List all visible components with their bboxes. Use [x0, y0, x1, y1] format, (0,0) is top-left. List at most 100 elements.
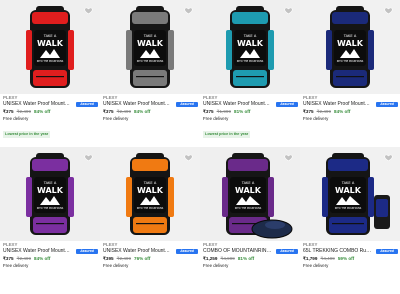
product-card[interactable]: TAKE A WALK INTO THE MOUNTAINS PLEXY UNISEX …	[100, 147, 200, 294]
product-title[interactable]: UNISEX Water Proof Mountain Ru...	[303, 101, 372, 108]
svg-text:INTO THE MOUNTAINS: INTO THE MOUNTAINS	[37, 60, 64, 63]
product-title-row[interactable]: UNISEX Water Proof Mountain H... Assured	[103, 101, 198, 108]
product-price: ₹375	[103, 109, 114, 114]
delivery-info: Free delivery	[303, 116, 329, 121]
svg-text:WALK: WALK	[235, 186, 262, 195]
product-image[interactable]: TAKE A WALK INTO THE MOUNTAINS	[100, 0, 200, 94]
product-title-row[interactable]: COMBO OF MOUNTAINRING RUC... Assured	[203, 248, 298, 255]
assured-badge: Assured	[276, 102, 298, 107]
heart-icon[interactable]	[284, 6, 293, 15]
assured-badge: Assured	[176, 102, 198, 107]
product-image[interactable]: TAKE A WALK INTO THE MOUNTAINS	[300, 147, 400, 241]
assured-badge: Assured	[176, 249, 198, 254]
price-tag-badge: Lowest price in the year	[3, 131, 51, 138]
product-title[interactable]: UNISEX Water Proof Mountain Ru...	[3, 248, 72, 255]
svg-text:INTO THE MOUNTAINS: INTO THE MOUNTAINS	[37, 207, 64, 210]
product-grid: TAKE A WALK INTO THE MOUNTAINS PLEXY UNISEX …	[0, 0, 400, 294]
product-info: PLEXYUNISEX Water Proof Mountain H...Ass…	[103, 95, 198, 122]
product-discount: 76% off	[134, 256, 151, 261]
product-card[interactable]: TAKE A WALK INTO THE MOUNTAINS PLEXY UNISEX …	[300, 0, 400, 147]
product-card[interactable]: TAKE A WALK INTO THE MOUNTAINS PLEXY UNISEX …	[200, 0, 300, 147]
delivery-info: Free delivery	[103, 263, 129, 268]
product-info: PLEXYUNISEX Water Proof Mountain Ru...As…	[303, 95, 398, 122]
svg-text:INTO THE MOUNTAINS: INTO THE MOUNTAINS	[137, 60, 164, 63]
svg-text:WALK: WALK	[335, 186, 362, 195]
delivery-info: Free delivery	[3, 263, 29, 268]
product-title[interactable]: 65L TREKKING COMBO Rucksack...	[303, 248, 372, 255]
product-card[interactable]: TAKE A WALK INTO THE MOUNTAINS PLEXY 65L TRE…	[300, 147, 400, 294]
heart-icon[interactable]	[184, 6, 193, 15]
product-info: PLEXYCOMBO OF MOUNTAINRING RUC...Assured…	[203, 242, 298, 269]
svg-text:INTO THE MOUNTAINS: INTO THE MOUNTAINS	[137, 207, 164, 210]
svg-text:INTO THE MOUNTAINS: INTO THE MOUNTAINS	[337, 60, 364, 63]
delivery-info: Free delivery	[3, 116, 29, 121]
product-mrp: ₹2,499	[16, 256, 32, 261]
heart-icon[interactable]	[84, 153, 93, 162]
price-row: ₹375 ₹2,499 84% off	[303, 108, 398, 115]
svg-text:INTO THE MOUNTAINS: INTO THE MOUNTAINS	[235, 207, 262, 210]
product-discount: 59% off	[337, 256, 355, 261]
product-price: ₹375	[303, 109, 314, 114]
product-title-row[interactable]: UNISEX Water Proof Mountain Ru... Assured	[303, 101, 398, 108]
product-price: ₹1,799	[303, 256, 318, 261]
product-mrp: ₹2,499	[116, 256, 132, 261]
product-title[interactable]: UNISEX Water Proof Mountain Ru...	[203, 101, 272, 108]
assured-badge: Assured	[376, 102, 398, 107]
delivery-info: Free delivery	[103, 116, 129, 121]
product-mrp: ₹4,999	[220, 256, 235, 261]
heart-icon[interactable]	[284, 153, 293, 162]
svg-text:TAKE A: TAKE A	[241, 181, 255, 185]
heart-icon[interactable]	[184, 153, 193, 162]
assured-badge: Assured	[76, 249, 98, 254]
assured-badge: Assured	[276, 249, 298, 254]
product-card[interactable]: TAKE A WALK INTO THE MOUNTAINS PLEXY UNISEX …	[0, 0, 100, 147]
price-row: ₹1,799 ₹4,499 59% off	[303, 255, 398, 262]
svg-text:WALK: WALK	[237, 39, 264, 48]
product-title-row[interactable]: UNISEX Water Proof Mountain Ru... Assured	[203, 101, 298, 108]
price-row: ₹375 ₹1,999 81% off	[203, 108, 298, 115]
price-row: ₹375 ₹2,499 84% off	[103, 108, 198, 115]
product-image[interactable]: TAKE A WALK INTO THE MOUNTAINS	[300, 0, 400, 94]
product-mrp: ₹2,499	[16, 109, 32, 114]
product-title[interactable]: UNISEX Water Proof Mountain Ru...	[103, 248, 172, 255]
product-card[interactable]: TAKE A WALK INTO THE MOUNTAINS PLEXY UNISEX …	[100, 0, 200, 147]
heart-icon[interactable]	[384, 153, 393, 162]
product-info: PLEXYUNISEX Water Proof Mountain Ru...As…	[203, 95, 298, 140]
product-title-row[interactable]: 65L TREKKING COMBO Rucksack... Assured	[303, 248, 398, 255]
price-row: ₹395 ₹2,499 76% off	[103, 255, 198, 262]
heart-icon[interactable]	[384, 6, 393, 15]
product-image[interactable]: TAKE A WALK INTO THE MOUNTAINS	[0, 147, 100, 241]
product-title-row[interactable]: UNISEX Water Proof Mountain Ru... Assured	[3, 101, 98, 108]
svg-text:WALK: WALK	[37, 186, 64, 195]
product-info: PLEXY65L TREKKING COMBO Rucksack...Assur…	[303, 242, 398, 269]
product-title[interactable]: UNISEX Water Proof Mountain Ru...	[3, 101, 72, 108]
product-mrp: ₹1,999	[216, 109, 232, 114]
product-image[interactable]: TAKE A WALK INTO THE MOUNTAINS	[200, 0, 300, 94]
product-image[interactable]: TAKE A WALK INTO THE MOUNTAINS	[0, 0, 100, 94]
delivery-info: Free delivery	[203, 263, 229, 268]
product-price: ₹395	[103, 256, 114, 261]
product-image[interactable]: TAKE A WALK INTO THE MOUNTAINS	[100, 147, 200, 241]
price-tag-badge: Lowest price in the year	[203, 131, 251, 138]
product-price: ₹1,259	[203, 256, 218, 261]
product-info: PLEXYUNISEX Water Proof Mountain Ru...As…	[3, 95, 98, 140]
svg-text:TAKE A: TAKE A	[43, 34, 57, 38]
product-card[interactable]: TAKE A WALK INTO THE MOUNTAINS PLEXY UNISEX …	[0, 147, 100, 294]
svg-text:TAKE A: TAKE A	[143, 34, 157, 38]
product-mrp: ₹2,499	[316, 109, 332, 114]
svg-text:WALK: WALK	[37, 39, 64, 48]
heart-icon[interactable]	[84, 6, 93, 15]
product-price: ₹375	[3, 109, 14, 114]
price-row: ₹375 ₹2,499 84% off	[3, 108, 98, 115]
product-discount: 84% off	[34, 256, 51, 261]
product-title-row[interactable]: UNISEX Water Proof Mountain Ru... Assured	[103, 248, 198, 255]
product-title[interactable]: COMBO OF MOUNTAINRING RUC...	[203, 248, 272, 255]
product-image[interactable]: TAKE A WALK INTO THE MOUNTAINS	[200, 147, 300, 241]
svg-text:TAKE A: TAKE A	[343, 34, 357, 38]
product-title[interactable]: UNISEX Water Proof Mountain H...	[103, 101, 172, 108]
price-row: ₹1,259 ₹4,999 81% off	[203, 255, 298, 262]
assured-badge: Assured	[376, 249, 398, 254]
product-card[interactable]: TAKE A WALK INTO THE MOUNTAINS PLEXY COMBO O…	[200, 147, 300, 294]
product-mrp: ₹4,499	[320, 256, 335, 261]
product-title-row[interactable]: UNISEX Water Proof Mountain Ru... Assured	[3, 248, 98, 255]
